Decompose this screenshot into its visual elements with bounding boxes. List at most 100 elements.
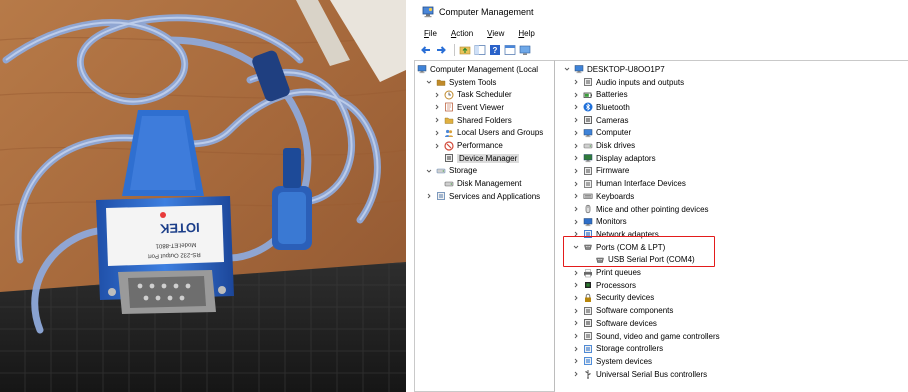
expand-chevron-icon[interactable] bbox=[572, 180, 580, 188]
device-label: Bluetooth bbox=[596, 102, 630, 112]
tree-item-services-and-applications[interactable]: Services and Applications bbox=[425, 190, 540, 203]
tree-item-computer-management-local[interactable]: Computer Management (Local bbox=[417, 63, 538, 76]
expand-chevron-icon[interactable] bbox=[572, 345, 580, 353]
device-label: Software components bbox=[596, 306, 674, 316]
tree-item-system-tools[interactable]: System Tools bbox=[425, 76, 496, 89]
device-category-batteries[interactable]: Batteries bbox=[572, 88, 628, 101]
collapse-chevron-icon[interactable] bbox=[425, 167, 433, 175]
device-label: Cameras bbox=[596, 115, 629, 125]
device-category-print-queues[interactable]: Print queues bbox=[572, 266, 641, 279]
security-icon bbox=[585, 293, 591, 302]
device-label: Display adaptors bbox=[596, 153, 656, 163]
tree-item-local-users-and-groups[interactable]: Local Users and Groups bbox=[433, 127, 543, 140]
expand-chevron-icon[interactable] bbox=[572, 357, 580, 365]
tree-item-task-scheduler[interactable]: Task Scheduler bbox=[433, 88, 512, 101]
tree-item-device-manager[interactable]: Device Manager bbox=[433, 152, 520, 165]
expand-chevron-icon[interactable] bbox=[572, 78, 580, 86]
expand-chevron-icon[interactable] bbox=[572, 116, 580, 124]
device-label: Batteries bbox=[596, 90, 628, 100]
device-category-disk-drives[interactable]: Disk drives bbox=[572, 139, 635, 152]
tree-item-event-viewer[interactable]: Event Viewer bbox=[433, 101, 504, 114]
tree-item-label: Performance bbox=[457, 141, 503, 151]
expand-chevron-icon[interactable] bbox=[425, 192, 433, 200]
show-hide-tree-icon[interactable] bbox=[474, 44, 486, 56]
device-category-software-components[interactable]: Software components bbox=[572, 304, 673, 317]
forward-arrow-icon[interactable] bbox=[435, 44, 447, 56]
expand-chevron-icon[interactable] bbox=[572, 319, 580, 327]
tree-item-shared-folders[interactable]: Shared Folders bbox=[433, 114, 512, 127]
device-label: Computer bbox=[596, 128, 632, 138]
expand-chevron-icon[interactable] bbox=[572, 103, 580, 111]
device-category-keyboards[interactable]: Keyboards bbox=[572, 190, 634, 203]
expand-chevron-icon[interactable] bbox=[572, 332, 580, 340]
expand-chevron-icon[interactable] bbox=[433, 116, 441, 124]
device-category-firmware[interactable]: Firmware bbox=[572, 165, 629, 178]
expand-chevron-icon[interactable] bbox=[433, 103, 441, 111]
expand-chevron-icon[interactable] bbox=[572, 154, 580, 162]
collapse-chevron-icon[interactable] bbox=[563, 65, 571, 73]
device-category-security-devices[interactable]: Security devices bbox=[572, 292, 654, 305]
device-label: Universal Serial Bus controllers bbox=[596, 369, 708, 379]
device-category-storage-controllers[interactable]: Storage controllers bbox=[572, 342, 663, 355]
device-label: Print queues bbox=[596, 268, 641, 278]
disk-management-icon bbox=[444, 181, 454, 186]
expand-chevron-icon[interactable] bbox=[572, 192, 580, 200]
tree-item-label: Storage bbox=[449, 166, 478, 176]
device-label: Sound, video and game controllers bbox=[596, 331, 720, 341]
collapse-chevron-icon[interactable] bbox=[425, 78, 433, 86]
device-label: Monitors bbox=[596, 217, 627, 227]
device-category-system-devices[interactable]: System devices bbox=[572, 355, 652, 368]
device-category-sound-video-and-game-controllers[interactable]: Sound, video and game controllers bbox=[572, 330, 720, 343]
keyboard-icon bbox=[583, 194, 593, 200]
menu-file[interactable]: File bbox=[414, 29, 443, 38]
expand-chevron-icon[interactable] bbox=[433, 91, 441, 99]
expand-chevron-icon[interactable] bbox=[572, 167, 580, 175]
console-icon[interactable] bbox=[519, 44, 531, 56]
device-category-software-devices[interactable]: Software devices bbox=[572, 317, 657, 330]
device-category-processors[interactable]: Processors bbox=[572, 279, 636, 292]
device-category-monitors[interactable]: Monitors bbox=[572, 215, 627, 228]
properties-icon[interactable] bbox=[504, 44, 516, 56]
device-category-computer[interactable]: Computer bbox=[572, 127, 631, 140]
expand-chevron-icon[interactable] bbox=[572, 142, 580, 150]
menu-action[interactable]: Action bbox=[443, 29, 479, 38]
device-category-bluetooth[interactable]: Bluetooth bbox=[572, 101, 630, 114]
tree-item-performance[interactable]: Performance bbox=[433, 139, 503, 152]
device-category-universal-serial-bus-controllers[interactable]: Universal Serial Bus controllers bbox=[572, 368, 707, 381]
device-label: Audio inputs and outputs bbox=[596, 77, 685, 87]
device-label: Mice and other pointing devices bbox=[596, 204, 709, 214]
expand-chevron-icon[interactable] bbox=[572, 218, 580, 226]
tree-item-disk-management[interactable]: Disk Management bbox=[433, 177, 521, 190]
printer-icon bbox=[584, 268, 592, 277]
back-arrow-icon[interactable] bbox=[420, 44, 432, 56]
expand-chevron-icon[interactable] bbox=[572, 269, 580, 277]
device-category-mice-and-other-pointing-devices[interactable]: Mice and other pointing devices bbox=[572, 203, 709, 216]
device-category-display-adaptors[interactable]: Display adaptors bbox=[572, 152, 656, 165]
expand-chevron-icon[interactable] bbox=[572, 370, 580, 378]
expand-chevron-icon[interactable] bbox=[572, 205, 580, 213]
expand-chevron-icon[interactable] bbox=[572, 307, 580, 315]
device-tree-root[interactable]: DESKTOP-U8OO1P7 bbox=[563, 63, 665, 76]
console-tree-pane: Computer Management (Local System Tools Ta… bbox=[414, 60, 555, 392]
ports-highlight-box bbox=[563, 236, 715, 267]
computer-management-icon bbox=[417, 65, 427, 74]
device-label: Human Interface Devices bbox=[596, 179, 686, 189]
device-label: Disk drives bbox=[596, 141, 636, 151]
shared-folder-icon bbox=[444, 117, 454, 124]
menu-help[interactable]: Help bbox=[510, 29, 540, 38]
expand-chevron-icon[interactable] bbox=[433, 129, 441, 137]
device-category-cameras[interactable]: Cameras bbox=[572, 114, 628, 127]
up-folder-icon[interactable] bbox=[459, 44, 471, 56]
expand-chevron-icon[interactable] bbox=[433, 142, 441, 150]
device-category-human-interface-devices[interactable]: Human Interface Devices bbox=[572, 177, 686, 190]
help-icon[interactable]: ? bbox=[489, 44, 501, 56]
expand-chevron-icon[interactable] bbox=[572, 129, 580, 137]
expand-chevron-icon[interactable] bbox=[572, 91, 580, 99]
tree-item-storage[interactable]: Storage bbox=[425, 165, 477, 178]
expand-chevron-icon[interactable] bbox=[572, 294, 580, 302]
expand-chevron-icon[interactable] bbox=[572, 281, 580, 289]
menu-view[interactable]: View bbox=[479, 29, 510, 38]
device-label: Processors bbox=[596, 280, 637, 290]
device-category-audio-inputs-and-outputs[interactable]: Audio inputs and outputs bbox=[572, 76, 684, 89]
